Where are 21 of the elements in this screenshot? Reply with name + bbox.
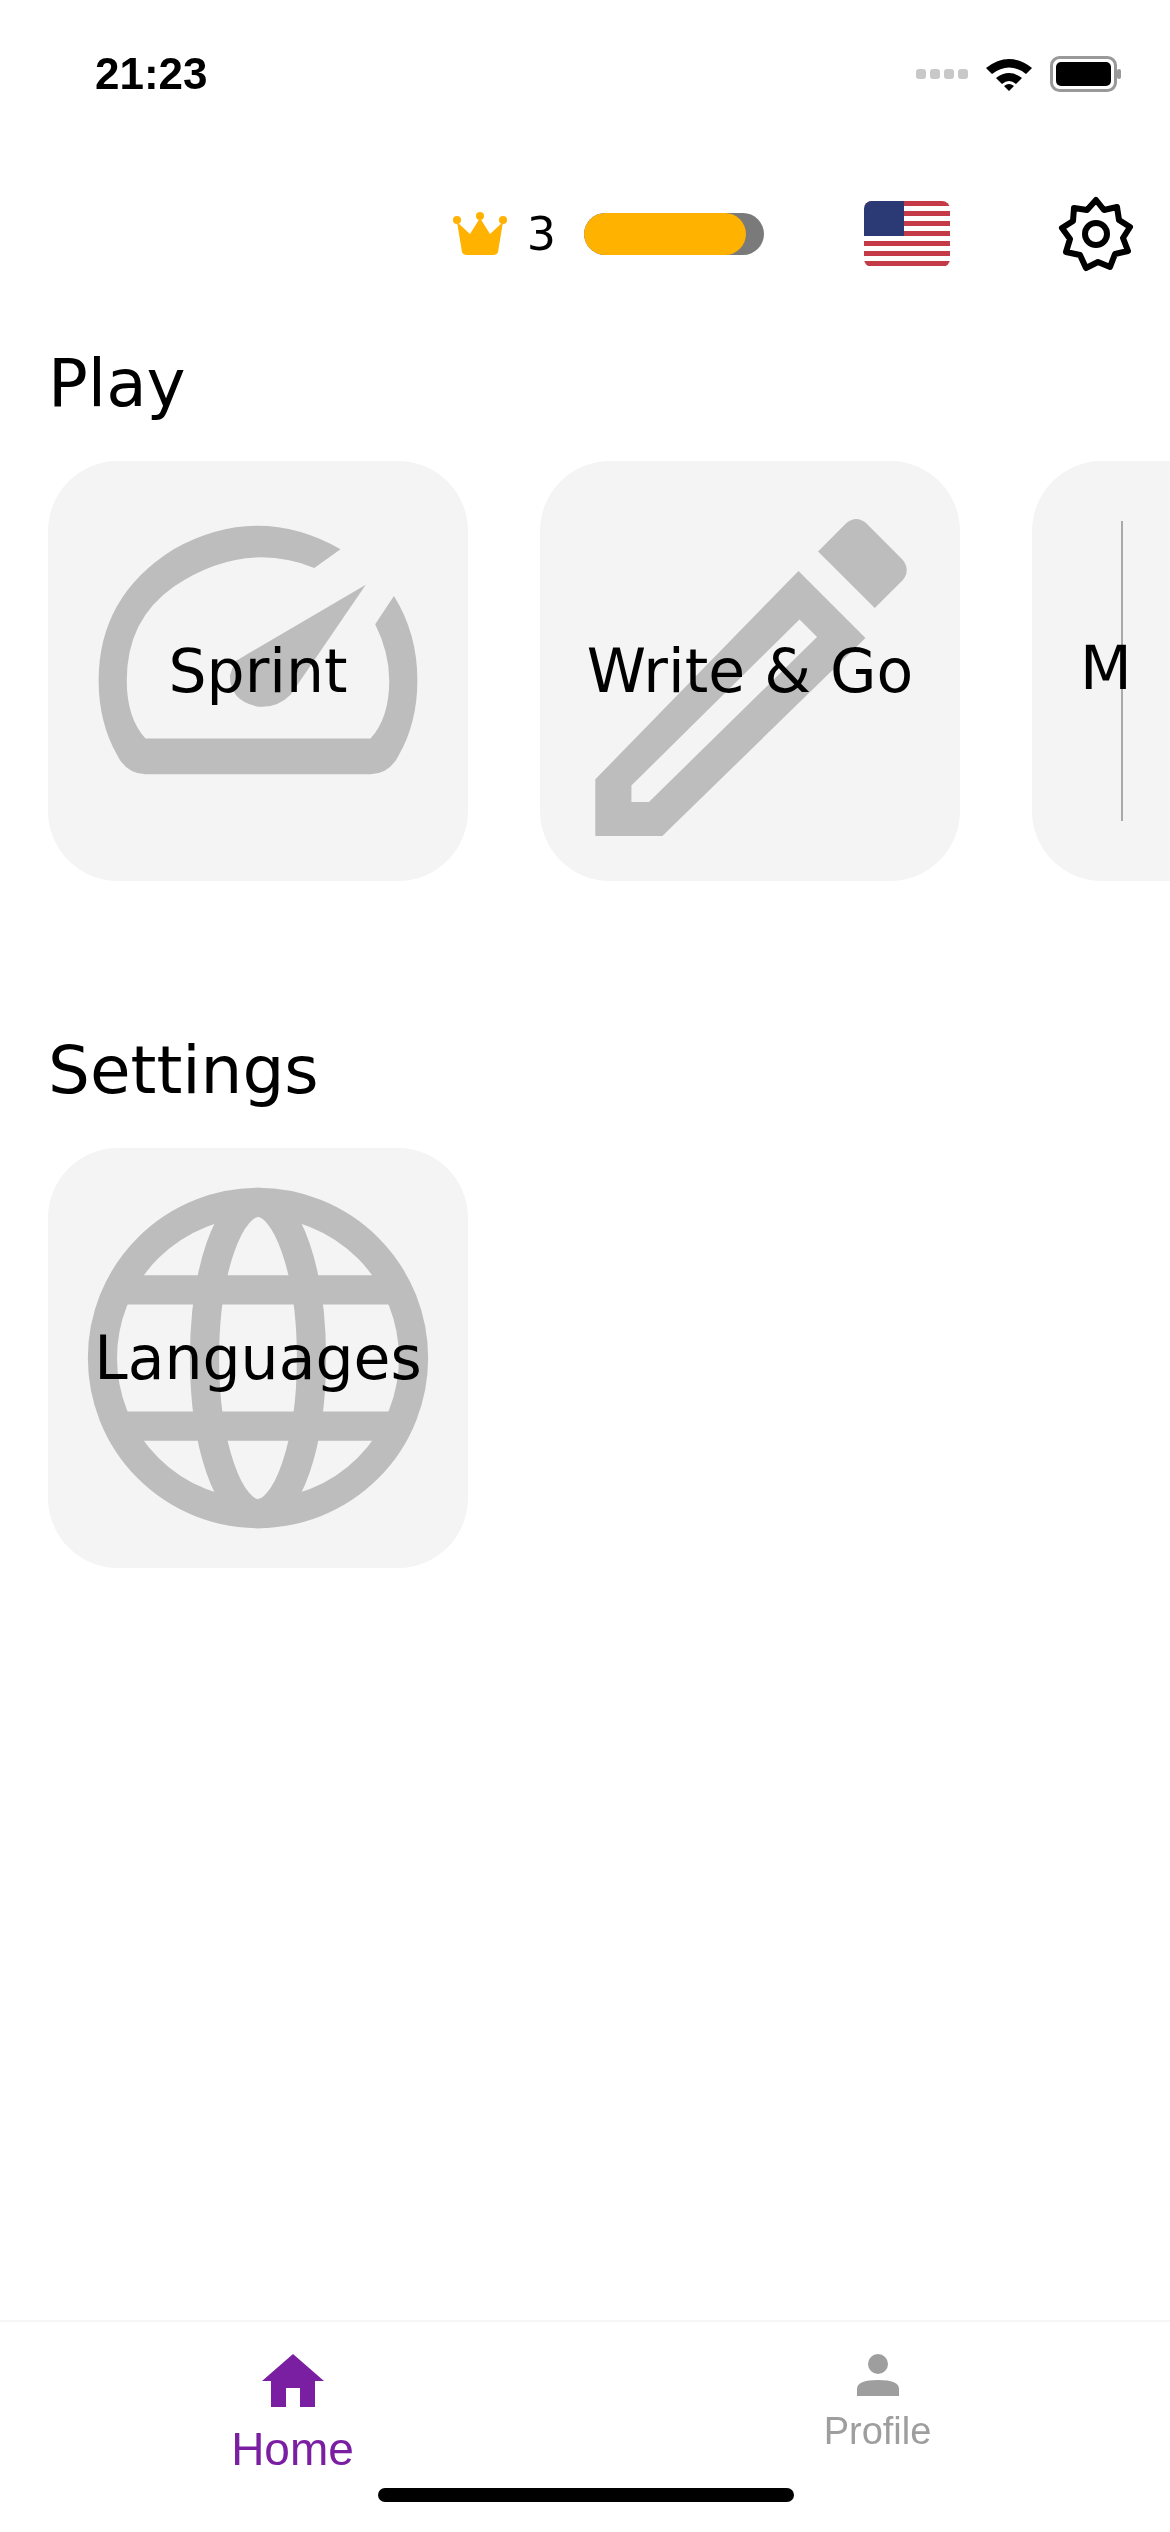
home-icon: [261, 2354, 324, 2408]
tab-item[interactable]: Home: [0, 2322, 585, 2532]
section-heading: Settings: [48, 1031, 320, 1111]
game-card[interactable]: Languages: [48, 1148, 468, 1569]
game-card[interactable]: M: [1032, 461, 1170, 882]
game-card[interactable]: Write & Go: [540, 461, 960, 882]
card-title: M: [1080, 633, 1132, 704]
status-time: 21:23: [95, 49, 208, 99]
settings-icon[interactable]: [1058, 196, 1134, 272]
game-card[interactable]: Sprint: [48, 461, 468, 882]
card-title: Sprint: [168, 636, 348, 707]
person-icon: [856, 2354, 899, 2396]
card-title: Write & Go: [586, 636, 914, 707]
crown-icon: [452, 212, 507, 256]
card-title: Languages: [94, 1323, 422, 1394]
battery-icon: [1050, 56, 1122, 92]
section-heading: Play: [48, 344, 187, 424]
signal-icon: [916, 68, 968, 80]
wifi-icon: [984, 56, 1034, 92]
crown-count: 3: [526, 207, 556, 261]
flag-icon[interactable]: [864, 201, 950, 267]
